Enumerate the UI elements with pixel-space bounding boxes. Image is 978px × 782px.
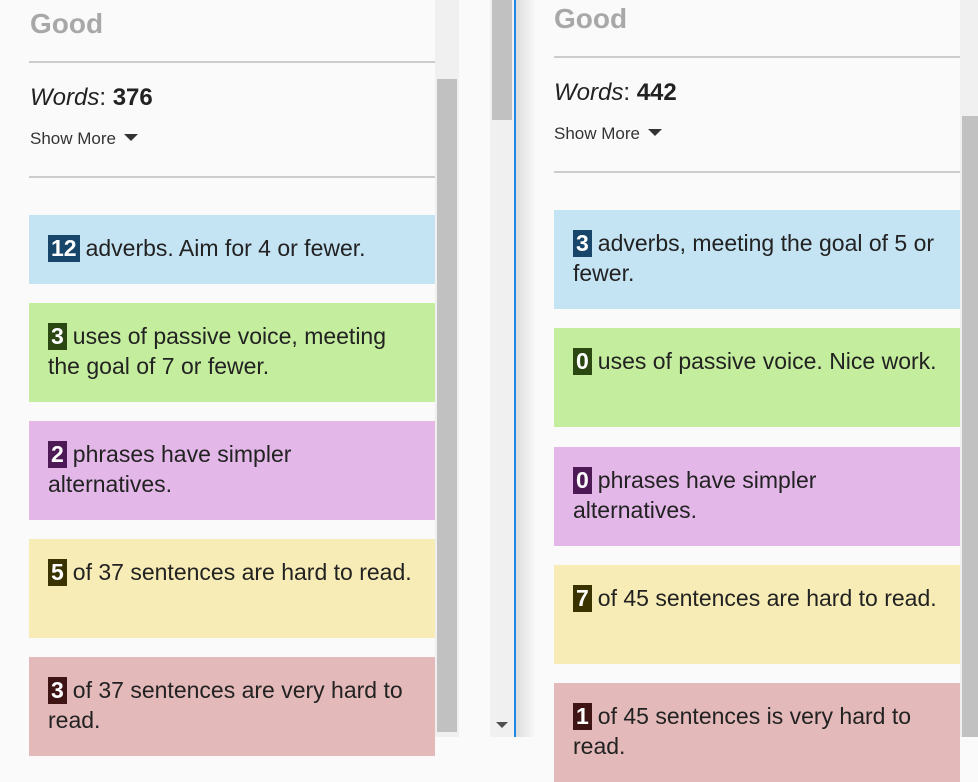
word-count: Words: 376 <box>30 84 153 111</box>
show-more-button[interactable]: Show More <box>554 124 662 144</box>
very-hard-sentences-card[interactable]: 1 of 45 sentences is very hard to read. <box>554 683 960 782</box>
caret-down-icon <box>123 134 138 142</box>
passive-text: uses of passive voice, meeting the goal … <box>48 323 387 379</box>
simpler-phrases-card[interactable]: 2 phrases have simpler alternatives. <box>29 421 435 520</box>
passive-count-badge: 0 <box>573 348 592 375</box>
divider <box>554 56 960 58</box>
caret-down-icon <box>647 129 662 137</box>
show-more-label: Show More <box>554 124 640 143</box>
left-panel-scrollbar[interactable] <box>435 0 459 737</box>
very-hard-sentences-card[interactable]: 3 of 37 sentences are very hard to read. <box>29 657 435 756</box>
words-count: 442 <box>636 79 677 106</box>
hard-text: of 45 sentences are hard to read. <box>597 585 937 611</box>
scrollbar-thumb[interactable] <box>437 79 457 732</box>
right-panel-scrollbar[interactable] <box>960 0 978 737</box>
show-more-label: Show More <box>30 129 116 148</box>
very-hard-count-badge: 3 <box>48 677 67 704</box>
very-hard-count-badge: 1 <box>573 703 592 730</box>
adverbs-count-badge: 12 <box>48 235 80 262</box>
scroll-down-arrow-icon[interactable] <box>496 722 508 728</box>
editor-scrollbar[interactable] <box>490 0 514 737</box>
adverbs-card[interactable]: 3 adverbs, meeting the goal of 5 or fewer… <box>554 210 960 309</box>
show-more-button[interactable]: Show More <box>30 129 138 149</box>
right-readability-panel: Good Words: 442 Show More 3 adverbs, meet… <box>536 0 960 782</box>
grade-label: Good <box>554 3 628 34</box>
scrollbar-thumb[interactable] <box>492 0 512 120</box>
passive-text: uses of passive voice. Nice work. <box>597 348 937 374</box>
word-count: Words: 442 <box>554 79 677 106</box>
grade-label: Good <box>30 8 104 39</box>
words-count: 376 <box>112 84 153 111</box>
scrollbar-thumb[interactable] <box>962 116 978 737</box>
passive-count-badge: 3 <box>48 323 67 350</box>
gap <box>459 0 490 737</box>
simpler-text: phrases have simpler alternatives. <box>48 441 292 497</box>
hard-count-badge: 7 <box>573 585 592 612</box>
divider <box>29 61 435 63</box>
hard-count-badge: 5 <box>48 559 67 586</box>
divider <box>554 171 960 173</box>
adverbs-card[interactable]: 12 adverbs. Aim for 4 or fewer. <box>29 215 435 284</box>
window-shadow <box>516 0 536 737</box>
adverbs-text: adverbs. Aim for 4 or fewer. <box>85 235 366 261</box>
very-hard-text: of 37 sentences are very hard to read. <box>48 677 403 733</box>
passive-voice-card[interactable]: 3 uses of passive voice, meeting the goal… <box>29 303 435 402</box>
simpler-count-badge: 2 <box>48 441 67 468</box>
words-label: Words <box>30 84 100 111</box>
words-label: Words <box>554 79 624 106</box>
simpler-text: phrases have simpler alternatives. <box>573 467 817 523</box>
adverbs-count-badge: 3 <box>573 230 592 257</box>
left-readability-panel: Good Words: 376 Show More 12 adverbs. Aim… <box>0 0 435 756</box>
hard-sentences-card[interactable]: 5 of 37 sentences are hard to read. <box>29 539 435 638</box>
divider <box>29 176 435 178</box>
simpler-phrases-card[interactable]: 0 phrases have simpler alternatives. <box>554 447 960 546</box>
hard-sentences-card[interactable]: 7 of 45 sentences are hard to read. <box>554 565 960 664</box>
simpler-count-badge: 0 <box>573 467 592 494</box>
adverbs-text: adverbs, meeting the goal of 5 or fewer. <box>573 230 935 286</box>
passive-voice-card[interactable]: 0 uses of passive voice. Nice work. <box>554 328 960 427</box>
hard-text: of 37 sentences are hard to read. <box>72 559 412 585</box>
very-hard-text: of 45 sentences is very hard to read. <box>573 703 912 759</box>
